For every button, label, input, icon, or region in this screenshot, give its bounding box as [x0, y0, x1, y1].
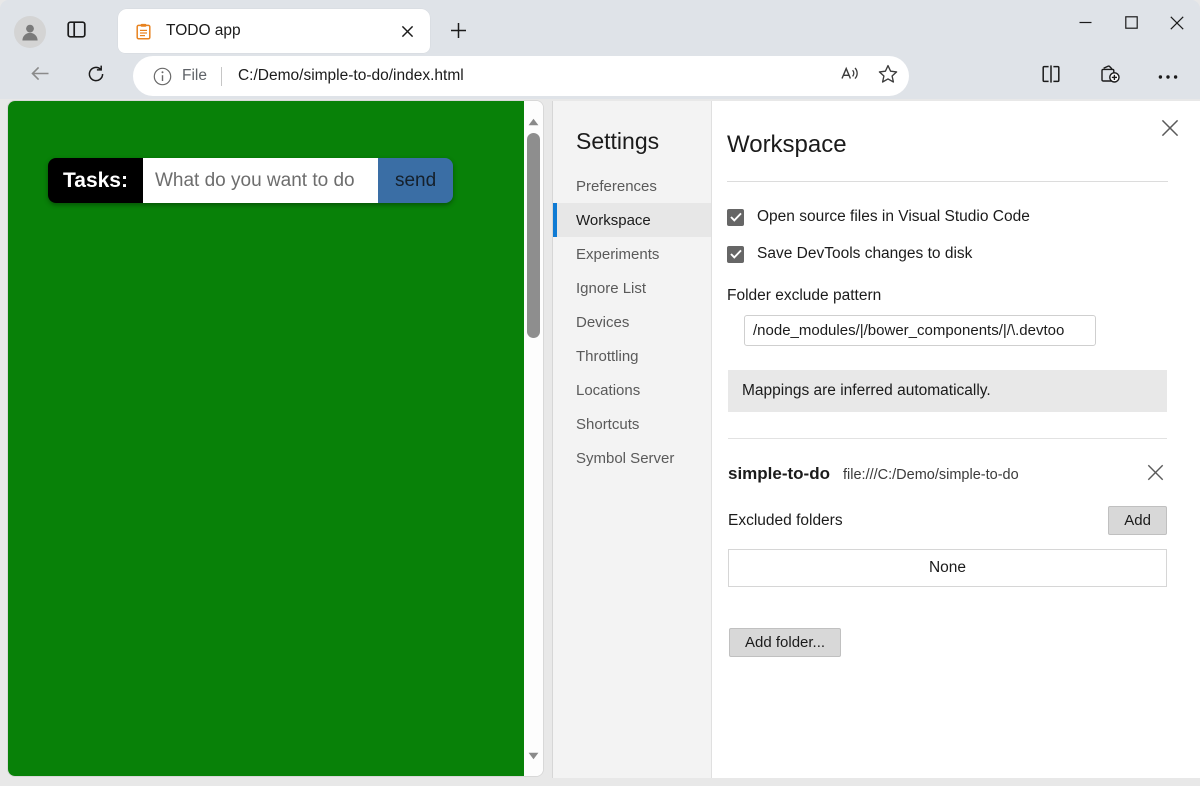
workspace-panel: Workspace Open source files in Visual St… [712, 101, 1200, 778]
sidebar-item-locations[interactable]: Locations [553, 373, 711, 407]
sidebar-item-symbol-server[interactable]: Symbol Server [553, 441, 711, 475]
add-favorite-button[interactable] [871, 59, 905, 93]
browser-tab[interactable]: TODO app [118, 9, 430, 53]
checkbox-row-save-changes-to-disk[interactable]: Save DevTools changes to disk [727, 245, 1168, 263]
profile-avatar[interactable] [14, 16, 46, 48]
collections-button[interactable] [1092, 58, 1128, 94]
sidebar-item-devices[interactable]: Devices [553, 305, 711, 339]
chevron-down-icon [528, 747, 539, 765]
url-text: C:/Demo/simple-to-do/index.html [238, 67, 833, 85]
sidebar-item-ignore-list[interactable]: Ignore List [553, 271, 711, 305]
mappings-notice: Mappings are inferred automatically. [728, 370, 1167, 412]
window-controls [1062, 0, 1200, 50]
send-button[interactable]: send [378, 158, 453, 203]
split-screen-button[interactable] [1033, 58, 1069, 94]
add-excluded-folder-button[interactable]: Add [1108, 506, 1167, 535]
workspace-project-row: simple-to-do file:///C:/Demo/simple-to-d… [728, 464, 1167, 484]
todo-text-input[interactable] [143, 158, 378, 203]
excluded-folders-row: Excluded folders Add [728, 506, 1167, 535]
sidebar-item-label: Ignore List [576, 280, 646, 297]
clipboard-icon [134, 22, 152, 40]
content-area: Tasks: send [0, 99, 1200, 786]
collections-add-icon [1099, 64, 1121, 89]
info-circle-icon[interactable] [153, 67, 172, 86]
sidebar-item-label: Shortcuts [576, 416, 639, 433]
settings-heading: Settings [553, 128, 711, 169]
todo-app-page: Tasks: send [8, 101, 524, 776]
project-name: simple-to-do [728, 464, 830, 484]
checkbox-label: Open source files in Visual Studio Code [757, 208, 1030, 226]
sidebar-item-label: Locations [576, 382, 640, 399]
close-settings-button[interactable] [1156, 116, 1184, 144]
tab-actions-button[interactable] [62, 18, 90, 46]
chevron-up-icon [528, 113, 539, 131]
scroll-up-button[interactable] [524, 112, 543, 131]
sidebar-item-preferences[interactable]: Preferences [553, 169, 711, 203]
reload-icon [86, 64, 106, 89]
minimize-button[interactable] [1062, 0, 1108, 50]
sidebar-item-workspace[interactable]: Workspace [553, 203, 711, 237]
address-bar[interactable]: File C:/Demo/simple-to-do/index.html [133, 56, 909, 96]
read-aloud-button[interactable] [833, 59, 867, 93]
sidebar-item-label: Devices [576, 314, 629, 331]
todo-input-bar: Tasks: send [48, 158, 453, 203]
more-horizontal-icon [1158, 67, 1178, 85]
sidebar-item-label: Preferences [576, 178, 657, 195]
url-scheme-label: File [182, 67, 207, 85]
tab-title: TODO app [166, 22, 394, 40]
plus-icon [450, 22, 467, 44]
sidebar-item-label: Symbol Server [576, 450, 674, 467]
new-tab-button[interactable] [443, 18, 473, 48]
more-options-button[interactable] [1150, 58, 1186, 94]
close-icon [1161, 119, 1179, 142]
excluded-folders-label: Excluded folders [728, 512, 843, 530]
arrow-left-icon [30, 63, 51, 89]
title-divider [727, 181, 1168, 182]
page-vertical-scrollbar[interactable] [524, 101, 543, 776]
remove-folder-button[interactable] [1143, 460, 1167, 484]
split-screen-icon [1041, 64, 1061, 89]
sidebar-item-label: Throttling [576, 348, 639, 365]
tab-layout-icon [67, 20, 86, 44]
folder-exclude-pattern-input[interactable] [744, 315, 1096, 346]
account-avatar-icon [19, 21, 41, 43]
page-title: Workspace [727, 101, 1168, 159]
checkbox-checked-icon[interactable] [727, 246, 744, 263]
sidebar-item-label: Experiments [576, 246, 659, 263]
scrollbar-thumb[interactable] [527, 133, 540, 338]
read-aloud-icon [840, 64, 860, 88]
devtools-settings-dialog: Settings Preferences Workspace Experimen… [553, 101, 1200, 778]
add-folder-button[interactable]: Add folder... [729, 628, 841, 657]
checkbox-label: Save DevTools changes to disk [757, 245, 972, 263]
tab-close-button[interactable] [394, 18, 420, 44]
omnibox-separator [221, 67, 222, 86]
section-divider [728, 438, 1167, 439]
checkbox-row-open-in-vscode[interactable]: Open source files in Visual Studio Code [727, 208, 1168, 226]
close-icon [1170, 16, 1184, 35]
close-window-button[interactable] [1154, 0, 1200, 50]
reload-button[interactable] [78, 58, 114, 94]
sidebar-item-experiments[interactable]: Experiments [553, 237, 711, 271]
checkbox-checked-icon[interactable] [727, 209, 744, 226]
navigation-toolbar: File C:/Demo/simple-to-do/index.html [0, 62, 1200, 99]
scroll-down-button[interactable] [524, 746, 543, 765]
maximize-icon [1125, 16, 1138, 34]
title-bar: TODO app [0, 0, 1200, 62]
excluded-folders-empty-state: None [728, 549, 1167, 587]
sidebar-item-throttling[interactable]: Throttling [553, 339, 711, 373]
back-button[interactable] [22, 58, 58, 94]
sidebar-item-label: Workspace [576, 212, 651, 229]
sidebar-item-shortcuts[interactable]: Shortcuts [553, 407, 711, 441]
settings-sidebar: Settings Preferences Workspace Experimen… [553, 101, 712, 778]
star-icon [878, 64, 898, 89]
minimize-icon [1079, 16, 1092, 34]
web-page-frame: Tasks: send [8, 101, 543, 776]
maximize-button[interactable] [1108, 0, 1154, 50]
browser-window: TODO app [0, 0, 1200, 786]
folder-exclude-pattern-label: Folder exclude pattern [727, 287, 1168, 305]
project-path: file:///C:/Demo/simple-to-do [843, 467, 1019, 483]
tasks-label: Tasks: [48, 158, 143, 203]
